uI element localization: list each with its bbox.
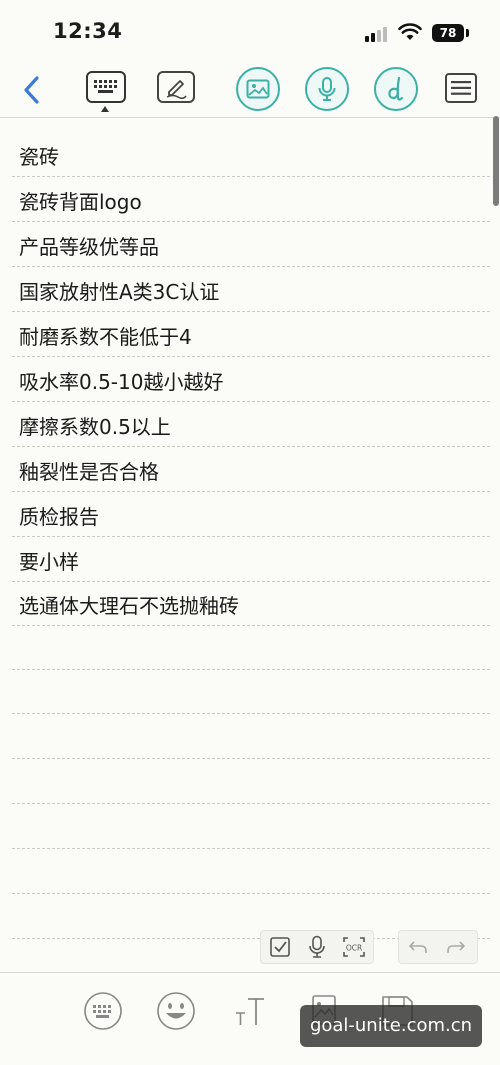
emoji-button[interactable] (154, 989, 198, 1033)
ocr-button[interactable]: OCR (336, 930, 373, 964)
wifi-icon (398, 23, 422, 40)
ruled-line (12, 713, 490, 714)
handwriting-button[interactable] (157, 71, 195, 103)
ruled-line (12, 893, 490, 894)
insert-mini-toolbar: OCR (260, 930, 374, 964)
ruled-line (12, 848, 490, 849)
redo-icon (447, 941, 466, 953)
ocr-icon: OCR (343, 937, 366, 957)
text-style-button[interactable] (228, 989, 272, 1033)
note-editor[interactable]: 瓷砖 瓷砖背面logo 产品等级优等品 国家放射性A类3C认证 耐磨系数不能低于… (0, 120, 500, 970)
undo-button[interactable] (399, 930, 437, 964)
ruled-line (12, 266, 490, 267)
note-line: 釉裂性是否合格 (19, 460, 159, 484)
redo-button[interactable] (437, 930, 475, 964)
image-icon (246, 79, 270, 99)
ruled-line (12, 581, 490, 582)
note-toolbar (0, 62, 500, 118)
ocr-label: OCR (346, 944, 362, 953)
active-indicator (101, 106, 109, 112)
ruled-line (12, 221, 490, 222)
menu-icon (451, 81, 471, 95)
ruled-line (12, 176, 490, 177)
back-chevron-icon (24, 76, 39, 104)
text-size-icon (236, 998, 264, 1025)
checklist-button[interactable] (261, 930, 298, 964)
ruled-line (12, 758, 490, 759)
ruled-line (12, 669, 490, 670)
watermark: goal-unite.com.cn (300, 1005, 482, 1047)
keyboard-icon (84, 992, 122, 1030)
note-line: 耐磨系数不能低于4 (19, 325, 192, 349)
history-mini-toolbar (398, 930, 478, 964)
note-line: 要小样 (19, 550, 79, 574)
dictation-button[interactable] (298, 930, 335, 964)
status-bar: 12:34 78 (0, 0, 500, 62)
ruled-line (12, 803, 490, 804)
ruled-line (12, 356, 490, 357)
note-line: 瓷砖背面logo (19, 190, 142, 214)
ruled-line (12, 401, 490, 402)
microphone-icon (309, 935, 325, 958)
scrollbar-thumb[interactable] (493, 116, 499, 206)
script-d-icon (388, 76, 404, 101)
note-line: 摩擦系数0.5以上 (19, 415, 171, 439)
note-line: 质检报告 (19, 505, 99, 529)
keyboard-button[interactable] (86, 71, 126, 103)
voice-input-button[interactable] (305, 67, 349, 111)
back-button[interactable] (14, 72, 50, 108)
emoji-icon (157, 992, 195, 1030)
ruled-line (12, 625, 490, 626)
menu-button[interactable] (445, 73, 477, 103)
status-time: 12:34 (53, 19, 123, 43)
keyboard-toggle-button[interactable] (81, 989, 125, 1033)
keyboard-icon (94, 80, 117, 93)
ruled-line (12, 311, 490, 312)
font-style-button[interactable] (374, 67, 418, 111)
ruled-line (12, 446, 490, 447)
insert-image-button[interactable] (236, 67, 280, 111)
microphone-icon (318, 77, 336, 101)
note-line: 吸水率0.5-10越小越好 (19, 370, 224, 394)
note-line: 选通体大理石不选抛釉砖 (19, 594, 239, 618)
note-line: 国家放射性A类3C认证 (19, 280, 220, 304)
ruled-line (12, 536, 490, 537)
note-line: 瓷砖 (19, 145, 59, 169)
checkbox-icon (269, 937, 290, 957)
cellular-signal-icon (365, 26, 391, 42)
battery-tip (466, 29, 469, 37)
pen-icon (166, 80, 187, 99)
battery-icon: 78 (432, 24, 464, 42)
ruled-line (12, 491, 490, 492)
note-line: 产品等级优等品 (19, 235, 159, 259)
undo-icon (408, 941, 427, 953)
